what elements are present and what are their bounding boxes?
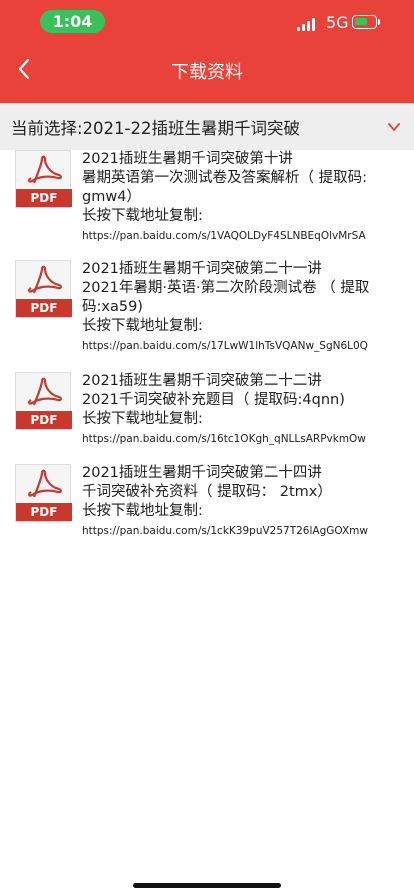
copy-label: 长按下载地址复制: — [82, 411, 203, 427]
acrobat-icon — [28, 377, 62, 406]
item-text: 2021插班生暑期千词突破第二十四讲 千词突破补充资料（ 提取码： 2tmx） … — [82, 464, 398, 539]
selector-text: 当前选择:2021-22插班生暑期千词突破 — [11, 118, 300, 138]
item-text: 2021插班生暑期千词突破第二十二讲 2021千词突破补充题目（ 提取码:4qn… — [82, 372, 398, 447]
pdf-file-icon: PDF — [15, 464, 72, 522]
item-description: 2021千词突破补充题目（ 提取码:4qnn) — [82, 392, 345, 408]
download-link[interactable]: https://pan.baidu.com/s/16tc1OKgh_qNLLsA… — [82, 431, 398, 447]
copy-label: 长按下载地址复制: — [82, 503, 203, 519]
signal-icon — [297, 17, 315, 31]
list-item[interactable]: PDF 2021插班生暑期千词突破第二十一讲 2021年暑期·英语·第二次阶段测… — [0, 260, 414, 372]
copy-label: 长按下载地址复制: — [82, 318, 203, 334]
pdf-file-icon: PDF — [15, 260, 72, 318]
item-title: 2021插班生暑期千词突破第二十四讲 — [82, 465, 322, 481]
pdf-file-icon: PDF — [15, 150, 72, 208]
list-item[interactable]: PDF 2021插班生暑期千词突破第十讲 暑期英语第一次测试卷及答案解析（ 提取… — [0, 150, 414, 260]
item-title: 2021插班生暑期千词突破第十讲 — [82, 151, 293, 167]
pdf-label: PDF — [16, 189, 72, 207]
item-description: 暑期英语第一次测试卷及答案解析（ 提取码: gmw4） — [82, 170, 367, 205]
category-selector[interactable]: 当前选择:2021-22插班生暑期千词突破 — [0, 103, 414, 150]
list-item[interactable]: PDF 2021插班生暑期千词突破第二十二讲 2021千词突破补充题目（ 提取码… — [0, 372, 414, 464]
acrobat-icon — [28, 469, 62, 498]
item-text: 2021插班生暑期千词突破第二十一讲 2021年暑期·英语·第二次阶段测试卷 （… — [82, 260, 398, 354]
item-description: 千词突破补充资料（ 提取码： 2tmx） — [82, 484, 332, 500]
item-title: 2021插班生暑期千词突破第二十二讲 — [82, 373, 322, 389]
pdf-label: PDF — [16, 503, 72, 521]
home-indicator[interactable] — [133, 883, 281, 888]
pdf-label: PDF — [16, 299, 72, 317]
pdf-label: PDF — [16, 411, 72, 429]
pdf-file-icon: PDF — [15, 372, 72, 430]
copy-label: 长按下载地址复制: — [82, 208, 203, 224]
item-title: 2021插班生暑期千词突破第二十一讲 — [82, 261, 322, 277]
battery-fill — [355, 18, 367, 25]
item-description: 2021年暑期·英语·第二次阶段测试卷 （ 提取码:xa59) — [82, 280, 370, 315]
acrobat-icon — [28, 265, 62, 294]
item-text: 2021插班生暑期千词突破第十讲 暑期英语第一次测试卷及答案解析（ 提取码: g… — [82, 150, 398, 244]
network-type: 5G — [326, 13, 349, 32]
list-item[interactable]: PDF 2021插班生暑期千词突破第二十四讲 千词突破补充资料（ 提取码： 2t… — [0, 464, 414, 574]
download-list: PDF 2021插班生暑期千词突破第十讲 暑期英语第一次测试卷及答案解析（ 提取… — [0, 150, 414, 574]
download-link[interactable]: https://pan.baidu.com/s/1ckK39puV257T26l… — [82, 523, 398, 539]
battery-icon — [352, 15, 377, 29]
chevron-down-icon[interactable] — [388, 121, 400, 133]
acrobat-icon — [28, 155, 62, 184]
nav-bar: 下载资料 — [0, 44, 414, 103]
battery-cap — [378, 19, 380, 25]
top-bar: 1:04 5G 下载资料 — [0, 0, 414, 103]
status-time: 1:04 — [40, 10, 105, 33]
download-link[interactable]: https://pan.baidu.com/s/17LwW1lhTsVQANw_… — [82, 338, 398, 354]
status-bar: 1:04 5G — [0, 0, 414, 44]
page-title: 下载资料 — [171, 62, 243, 83]
download-link[interactable]: https://pan.baidu.com/s/1VAQOLDyF4SLNBEq… — [82, 228, 398, 244]
